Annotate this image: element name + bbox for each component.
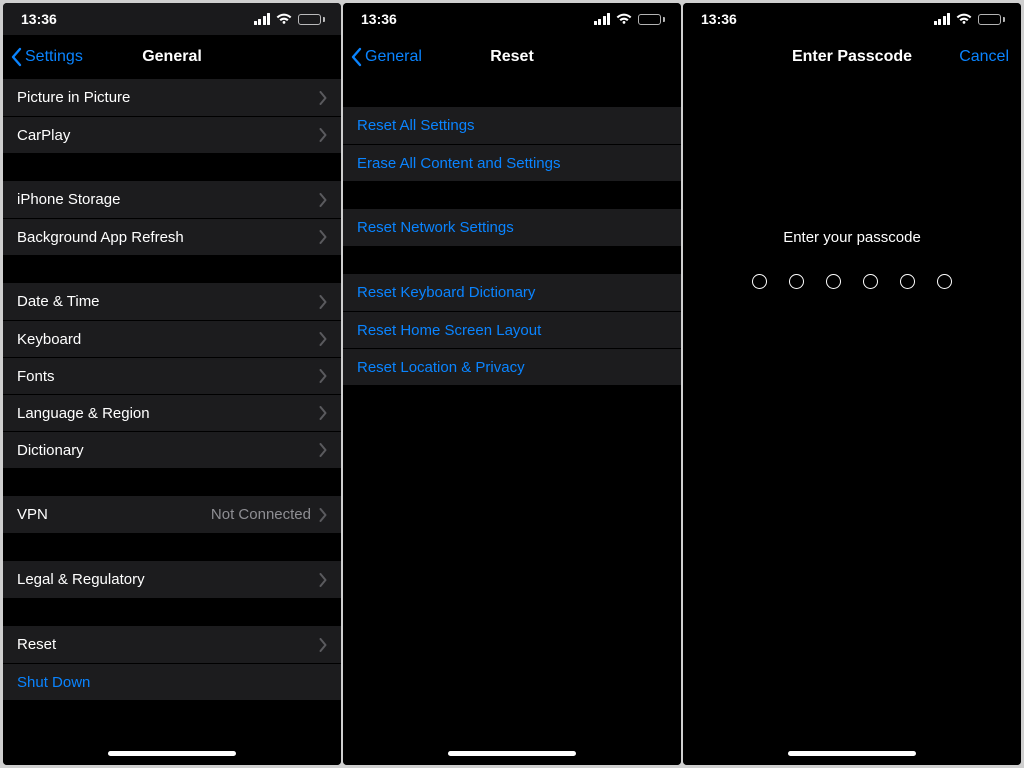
back-button[interactable]: Settings [3,47,83,67]
status-bar: 13:36 [683,3,1021,35]
status-bar: 13:36 [343,3,681,35]
chevron-right-icon [319,332,327,346]
row-iphone-storage[interactable]: iPhone Storage [3,181,341,218]
chevron-right-icon [319,638,327,652]
nav-bar: General Reset [343,35,681,79]
row-legal-regulatory[interactable]: Legal & Regulatory [3,561,341,598]
chevron-left-icon [351,47,363,67]
row-reset-location-privacy[interactable]: Reset Location & Privacy [343,348,681,385]
status-icons [934,13,1006,25]
row-shut-down[interactable]: Shut Down [3,663,341,700]
row-label: Reset Network Settings [357,219,667,236]
chevron-right-icon [319,230,327,244]
row-label: Reset Location & Privacy [357,359,667,376]
settings-list[interactable]: Picture in Picture CarPlay iPhone Storag… [3,79,341,765]
wifi-icon [276,13,292,25]
passcode-area: Enter your passcode [683,79,1021,765]
row-reset-home-screen-layout[interactable]: Reset Home Screen Layout [343,311,681,348]
row-carplay[interactable]: CarPlay [3,116,341,153]
passcode-dots[interactable] [752,274,952,289]
battery-icon [638,14,665,25]
home-indicator[interactable] [108,751,236,756]
chevron-right-icon [319,193,327,207]
row-label: Background App Refresh [17,229,319,246]
passcode-dot [863,274,878,289]
row-label: Reset Home Screen Layout [357,322,667,339]
row-label: VPN [17,506,211,523]
status-icons [254,13,326,25]
row-label: CarPlay [17,127,319,144]
chevron-left-icon [11,47,23,67]
row-dictionary[interactable]: Dictionary [3,431,341,468]
row-label: Keyboard [17,331,319,348]
back-button[interactable]: General [343,47,422,67]
row-keyboard[interactable]: Keyboard [3,320,341,357]
row-date-time[interactable]: Date & Time [3,283,341,320]
wifi-icon [616,13,632,25]
chevron-right-icon [319,443,327,457]
row-reset-all-settings[interactable]: Reset All Settings [343,107,681,144]
screen-general: 13:36 Settings General Picture in [3,3,341,765]
nav-bar: Settings General [3,35,341,79]
row-label: Shut Down [17,674,327,691]
passcode-prompt: Enter your passcode [783,229,921,246]
wifi-icon [956,13,972,25]
passcode-dot [752,274,767,289]
triptych: 13:36 Settings General Picture in [0,0,1024,768]
passcode-dot [789,274,804,289]
row-value: Not Connected [211,506,311,523]
row-reset-keyboard-dictionary[interactable]: Reset Keyboard Dictionary [343,274,681,311]
chevron-right-icon [319,369,327,383]
row-reset-network-settings[interactable]: Reset Network Settings [343,209,681,246]
back-label: Settings [25,48,83,66]
row-label: Erase All Content and Settings [357,155,667,172]
screen-reset: 13:36 General Reset Reset A [343,3,681,765]
battery-icon [978,14,1005,25]
row-vpn[interactable]: VPN Not Connected [3,496,341,533]
row-label: Picture in Picture [17,89,319,106]
row-label: Legal & Regulatory [17,571,319,588]
row-label: Reset [17,636,319,653]
row-label: Language & Region [17,405,319,422]
row-label: Reset All Settings [357,117,667,134]
screen-passcode: 13:36 Enter Passcode Cancel Enter your p… [683,3,1021,765]
status-time: 13:36 [701,11,737,27]
cancel-button[interactable]: Cancel [959,48,1009,66]
chevron-right-icon [319,128,327,142]
chevron-right-icon [319,406,327,420]
status-icons [594,13,666,25]
row-background-app-refresh[interactable]: Background App Refresh [3,218,341,255]
row-fonts[interactable]: Fonts [3,357,341,394]
passcode-dot [937,274,952,289]
chevron-right-icon [319,295,327,309]
row-label: Reset Keyboard Dictionary [357,284,667,301]
reset-list[interactable]: Reset All Settings Erase All Content and… [343,79,681,765]
row-erase-all-content[interactable]: Erase All Content and Settings [343,144,681,181]
nav-bar: Enter Passcode Cancel [683,35,1021,79]
chevron-right-icon [319,573,327,587]
row-language-region[interactable]: Language & Region [3,394,341,431]
cellular-signal-icon [594,13,611,25]
row-label: iPhone Storage [17,191,319,208]
row-label: Date & Time [17,293,319,310]
row-reset[interactable]: Reset [3,626,341,663]
status-time: 13:36 [21,11,57,27]
chevron-right-icon [319,91,327,105]
cellular-signal-icon [254,13,271,25]
passcode-dot [900,274,915,289]
back-label: General [365,48,422,66]
chevron-right-icon [319,508,327,522]
home-indicator[interactable] [448,751,576,756]
passcode-dot [826,274,841,289]
cellular-signal-icon [934,13,951,25]
row-picture-in-picture[interactable]: Picture in Picture [3,79,341,116]
home-indicator[interactable] [788,751,916,756]
row-label: Fonts [17,368,319,385]
battery-icon [298,14,325,25]
status-time: 13:36 [361,11,397,27]
row-label: Dictionary [17,442,319,459]
status-bar: 13:36 [3,3,341,35]
